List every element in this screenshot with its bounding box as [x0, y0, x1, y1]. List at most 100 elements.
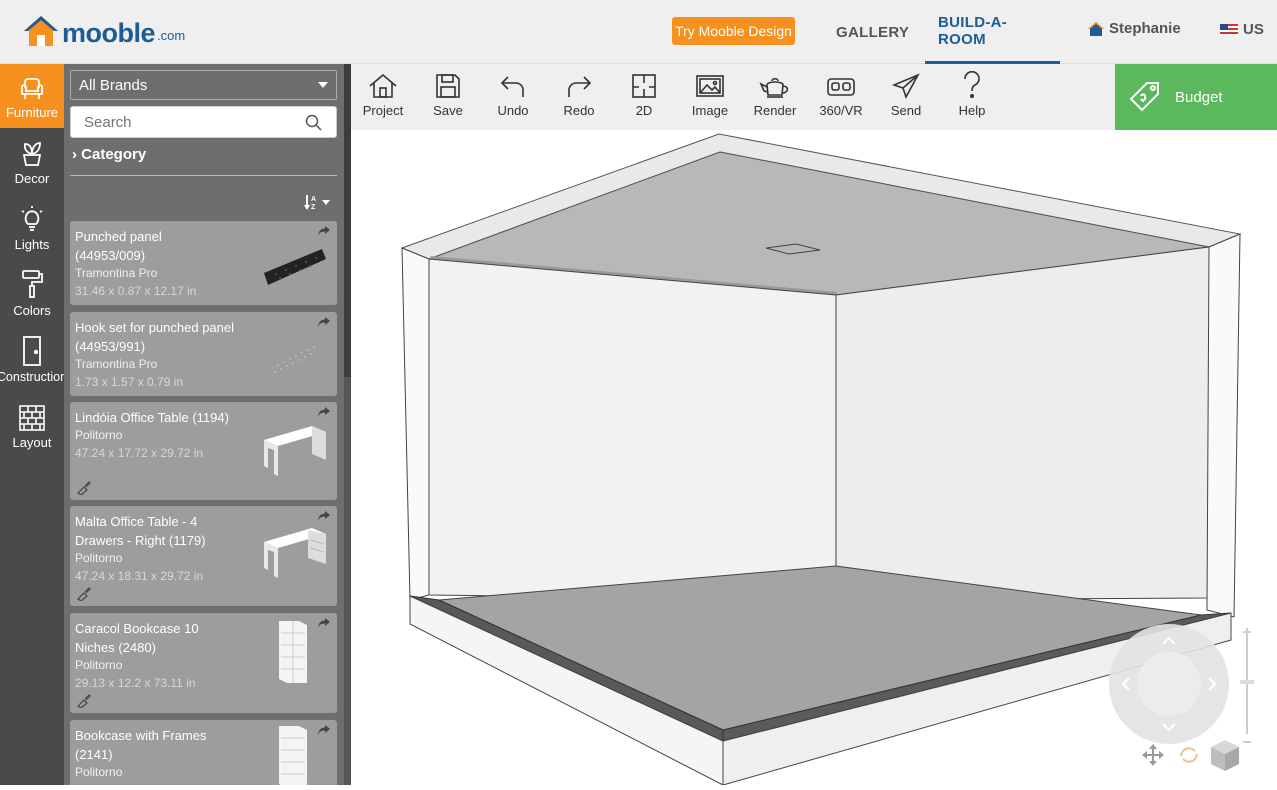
budget-label: Budget	[1175, 88, 1223, 106]
undo-button[interactable]: Undo	[483, 64, 543, 130]
category-colors[interactable]: Colors	[0, 262, 64, 326]
tool-label: Send	[890, 103, 922, 118]
panel-scrollbar-thumb[interactable]	[344, 64, 351, 377]
tool-label: Help	[958, 103, 986, 118]
help-button[interactable]: Help	[942, 64, 1002, 130]
try-mooble-design-button[interactable]: Try Mooble Design	[672, 17, 795, 45]
redo-button[interactable]: Redo	[549, 64, 609, 130]
door-icon	[23, 336, 41, 366]
product-name: Lindóia Office Table (1194)	[75, 410, 229, 425]
product-thumbnail	[279, 726, 307, 785]
category-construction[interactable]: Construction	[0, 328, 68, 392]
us-flag-icon	[1220, 23, 1238, 36]
product-dimensions: 47.24 x 17.72 x 29.72 in	[75, 446, 204, 460]
home-icon	[1088, 21, 1104, 36]
brick-wall-icon	[19, 405, 45, 431]
share-icon[interactable]	[317, 406, 331, 418]
price-tag-icon	[1129, 82, 1159, 112]
customize-brush-icon[interactable]	[75, 694, 91, 708]
product-dimensions: 31.46 x 0.87 x 12.17 in	[75, 284, 197, 298]
picture-icon	[696, 75, 724, 97]
product-name: Punched panel (44953/009)	[75, 229, 162, 263]
category-layout[interactable]: Layout	[0, 394, 64, 458]
share-icon[interactable]	[317, 316, 331, 328]
product-card[interactable]: Malta Office Table - 4 Drawers - Right (1…	[70, 506, 337, 606]
tool-label: 360/VR	[819, 103, 863, 118]
paint-roller-icon	[22, 270, 43, 298]
product-card[interactable]: Punched panel (44953/009) Tramontina Pro …	[70, 221, 337, 305]
vr-headset-icon	[827, 78, 855, 96]
budget-button[interactable]: Budget	[1115, 64, 1277, 130]
category-sidebar: Furniture Decor Lights Colors Constructi…	[0, 64, 68, 785]
product-dimensions: 47.24 x 18.31 x 29.72 in	[75, 569, 204, 583]
camera-orbit-control[interactable]	[1107, 604, 1277, 785]
product-name: Bookcase with Frames (2141)	[75, 728, 207, 762]
share-icon[interactable]	[317, 724, 331, 736]
image-button[interactable]: Image	[680, 64, 740, 130]
category-decor[interactable]: Decor	[0, 130, 64, 194]
mooble-logo[interactable]: mooble .com	[22, 14, 185, 48]
search-icon[interactable]	[305, 114, 322, 131]
floppy-disk-icon	[436, 74, 460, 98]
product-name: Caracol Bookcase 10 Niches (2480)	[75, 621, 199, 655]
send-button[interactable]: Send	[876, 64, 936, 130]
share-icon[interactable]	[317, 225, 331, 237]
share-icon[interactable]	[317, 617, 331, 629]
customize-brush-icon[interactable]	[75, 481, 91, 495]
undo-arrow-icon	[500, 76, 524, 97]
category-label: Construction	[0, 370, 68, 384]
product-thumbnail	[271, 346, 315, 373]
tool-label: Image	[691, 103, 729, 118]
category-label: Category	[81, 146, 147, 163]
product-brand: Politorno	[75, 551, 123, 565]
question-mark-icon	[964, 71, 980, 98]
divider	[70, 175, 337, 176]
2d-view-button[interactable]: 2D	[614, 64, 674, 130]
save-button[interactable]: Save	[418, 64, 478, 130]
brand-select-value: All Brands	[79, 77, 148, 94]
category-lights[interactable]: Lights	[0, 196, 64, 260]
product-thumbnail	[264, 426, 326, 476]
product-panel: All Brands › Category A Z Punched panel(…	[64, 64, 344, 785]
user-menu[interactable]: Stephanie	[1087, 20, 1181, 37]
lightbulb-icon	[21, 206, 43, 231]
360-vr-button[interactable]: 360/VR	[811, 64, 871, 130]
editor-toolbar: Project Save Undo Redo 2D Image Render 3…	[351, 64, 1115, 130]
product-dimensions: 29.13 x 12.2 x 73.11 in	[75, 676, 196, 690]
chevron-right-icon: ›	[72, 146, 77, 163]
product-card[interactable]: Caracol Bookcase 10 Niches (2480) Politor…	[70, 613, 337, 713]
paper-plane-icon	[892, 73, 920, 99]
plant-icon	[22, 142, 42, 166]
svg-text:A: A	[311, 196, 316, 203]
category-label: Layout	[12, 435, 52, 450]
3d-viewport[interactable]	[351, 130, 1277, 786]
search-input[interactable]	[70, 106, 337, 138]
nav-gallery[interactable]: GALLERY	[836, 0, 909, 64]
category-furniture[interactable]: Furniture	[0, 64, 64, 128]
redo-arrow-icon	[568, 76, 592, 97]
category-toggle[interactable]: › Category	[72, 146, 146, 163]
tool-label: Undo	[497, 103, 529, 118]
floor-plan-icon	[632, 74, 656, 98]
product-thumbnail	[264, 528, 326, 578]
product-thumbnail	[279, 621, 307, 683]
project-button[interactable]: Project	[353, 64, 413, 130]
product-thumbnail	[264, 249, 326, 285]
customize-brush-icon[interactable]	[75, 587, 91, 601]
sort-az-icon[interactable]: A Z	[304, 193, 332, 211]
armchair-icon	[21, 78, 43, 99]
product-card[interactable]: Bookcase with Frames (2141) Politorno	[70, 720, 337, 785]
nav-build-a-room[interactable]: BUILD-A-ROOM	[925, 0, 1060, 64]
category-label: Furniture	[5, 105, 59, 120]
product-card[interactable]: Lindóia Office Table (1194) Politorno 47…	[70, 402, 337, 500]
teapot-icon	[759, 77, 789, 98]
product-card[interactable]: Hook set for punched panel (44953/991) Tr…	[70, 312, 337, 396]
logo-suffix: .com	[157, 28, 186, 43]
category-label: Decor	[14, 171, 50, 186]
brand-select[interactable]: All Brands	[70, 70, 337, 100]
category-label: Colors	[13, 303, 51, 318]
render-button[interactable]: Render	[745, 64, 805, 130]
logo-text: mooble	[62, 18, 156, 48]
tool-label: 2D	[635, 103, 653, 118]
locale-selector[interactable]: US	[1220, 21, 1264, 38]
